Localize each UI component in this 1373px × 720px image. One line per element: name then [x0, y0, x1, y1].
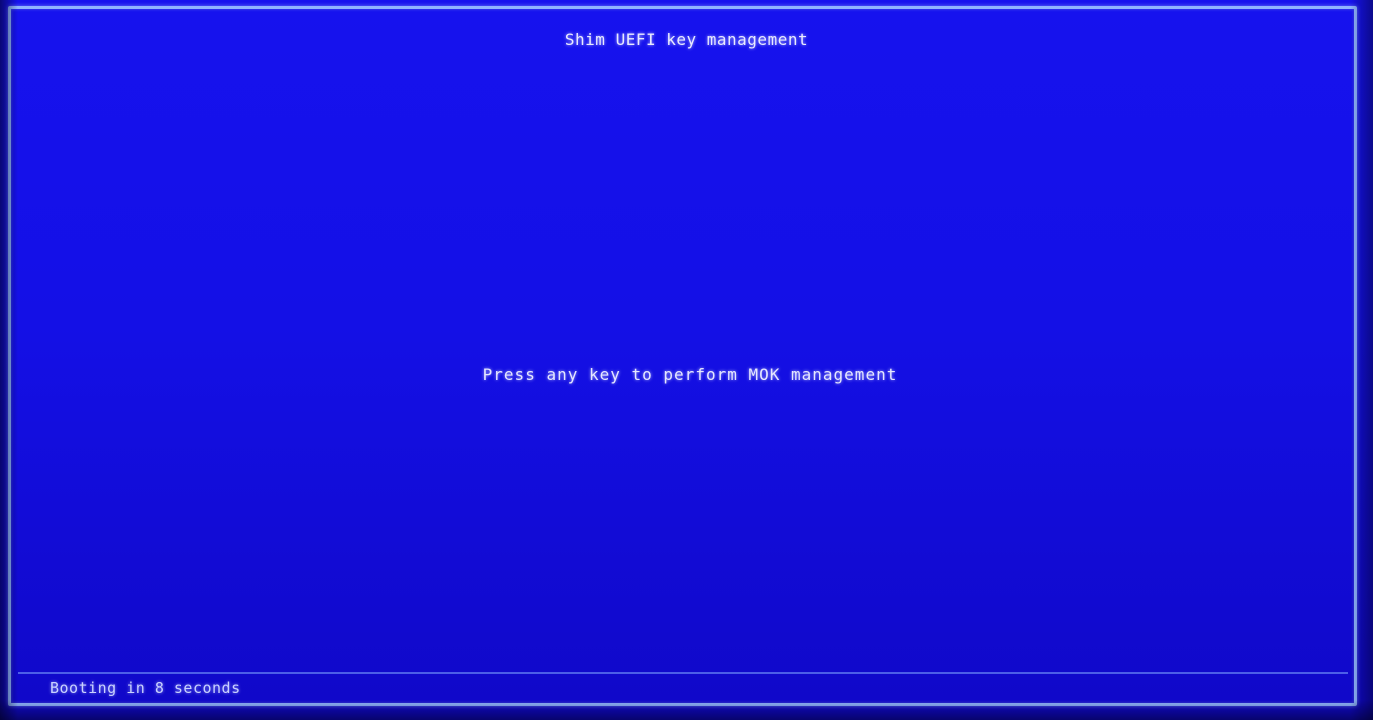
status-divider [18, 672, 1348, 674]
screen-border [8, 6, 1357, 706]
boot-countdown: Booting in 8 seconds [50, 679, 241, 697]
uefi-screen[interactable]: Shim UEFI key management Press any key t… [0, 0, 1373, 720]
key-prompt: Press any key to perform MOK management [482, 365, 898, 384]
screen-title: Shim UEFI key management [564, 30, 809, 49]
